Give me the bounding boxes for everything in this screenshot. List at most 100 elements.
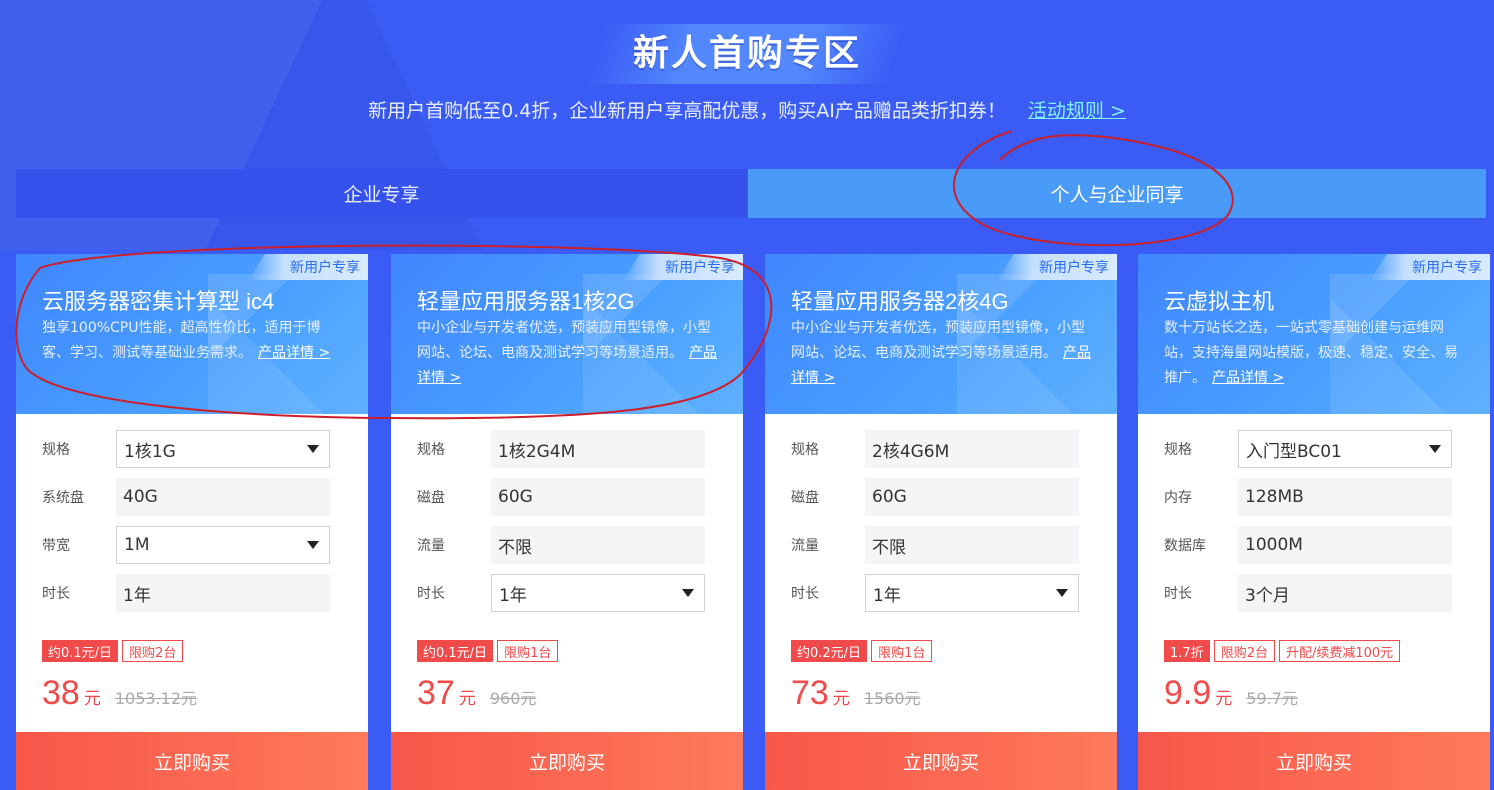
price-unit: 元 (832, 689, 850, 709)
spec-value-text: 1000M (1245, 535, 1303, 555)
spec-select[interactable]: 1年 (865, 574, 1079, 612)
spec-label: 系统盘 (42, 490, 84, 506)
spec-select[interactable]: 1M (116, 526, 330, 564)
spec-value-text: 60G (498, 487, 533, 507)
promo-tags: 约0.1元/日 限购1台 (417, 640, 559, 662)
spec-label: 内存 (1164, 490, 1192, 506)
card-title: 轻量应用服务器1核2G (417, 289, 635, 314)
card-title: 轻量应用服务器2核4G (791, 289, 1009, 314)
spec-select[interactable]: 入门型BC01 (1238, 430, 1452, 468)
buy-now-button[interactable]: 立即购买 (16, 732, 368, 790)
spec-value: 不限 (865, 526, 1079, 564)
spec-row: 数据库 1000M (1164, 526, 1452, 564)
caret-down-icon (1429, 445, 1441, 453)
spec-value: 128MB (1238, 478, 1452, 516)
spec-value-text: 不限 (498, 537, 532, 558)
spec-label: 数据库 (1164, 538, 1206, 554)
spec-select[interactable]: 1年 (491, 574, 705, 612)
buy-now-button[interactable]: 立即购买 (765, 732, 1117, 790)
spec-value-text: 1年 (873, 585, 901, 606)
card-header: 新用户专享 轻量应用服务器1核2G 中小企业与开发者优选，预装应用型镜像，小型网… (391, 254, 743, 414)
product-card: 新用户专享 轻量应用服务器2核4G 中小企业与开发者优选，预装应用型镜像，小型网… (765, 254, 1117, 790)
new-user-badge: 新用户专享 (623, 254, 743, 280)
spec-label: 流量 (791, 538, 819, 554)
buy-button-label: 立即购买 (153, 751, 230, 774)
buy-now-button[interactable]: 立即购买 (391, 732, 743, 790)
page-title: 新人首购专区 (632, 32, 861, 73)
card-description-text: 数十万站长之选，一站式零基础创建与运维网站，支持海量网站模版，极速、稳定、安全、… (1164, 320, 1458, 386)
spec-label: 流量 (417, 538, 445, 554)
card-description-text: 中小企业与开发者优选，预装应用型镜像，小型网站、论坛、电商及测试学习等场景适用。 (791, 320, 1085, 361)
spec-value-text: 不限 (872, 537, 906, 558)
tab-label: 企业专享 (343, 184, 420, 206)
promo-tag: 约0.1元/日 (42, 640, 119, 662)
product-card: 新用户专享 云服务器密集计算型 ic4 独享100%CPU性能，超高性价比，适用… (16, 254, 368, 790)
original-price: 1053.12元 (114, 689, 197, 708)
price: 73 (791, 674, 829, 712)
spec-value: 1核2G4M (491, 430, 705, 468)
caret-down-icon (682, 589, 694, 597)
price-unit: 元 (458, 689, 476, 709)
spec-row: 系统盘 40G (42, 478, 330, 516)
promo-header: 新人首购专区 (587, 14, 907, 86)
product-detail-link[interactable]: 产品详情 > (258, 345, 330, 361)
tab-label: 个人与企业同享 (1050, 184, 1184, 206)
spec-row: 时长 1年 (42, 574, 330, 612)
card-description: 中小企业与开发者优选，预装应用型镜像，小型网站、论坛、电商及测试学习等场景适用。… (791, 316, 1095, 391)
price-row: 37 元 960元 (417, 674, 536, 713)
buy-button-label: 立即购买 (1275, 751, 1352, 774)
spec-row: 流量 不限 (417, 526, 705, 564)
card-title: 云服务器密集计算型 ic4 (42, 289, 275, 314)
original-price: 1560元 (863, 689, 921, 708)
spec-select[interactable]: 1核1G (116, 430, 330, 468)
spec-label: 规格 (1164, 442, 1192, 458)
spec-row: 磁盘 60G (417, 478, 705, 516)
product-card: 新用户专享 云虚拟主机 数十万站长之选，一站式零基础创建与运维网站，支持海量网站… (1138, 254, 1490, 790)
spec-row: 流量 不限 (791, 526, 1079, 564)
spec-value: 1000M (1238, 526, 1452, 564)
spec-value-text: 1年 (123, 585, 151, 606)
spec-label: 磁盘 (791, 490, 819, 506)
new-user-badge: 新用户专享 (997, 254, 1117, 280)
price: 37 (417, 674, 455, 712)
spec-value-text: 入门型BC01 (1246, 441, 1342, 462)
caret-down-icon (307, 445, 319, 453)
spec-row: 时长 1年 (791, 574, 1079, 612)
promo-tags: 1.7折 限购2台 升配/续费减100元 (1164, 640, 1401, 662)
promo-tag: 限购1台 (871, 640, 933, 662)
promo-tag: 限购1台 (497, 640, 559, 662)
spec-value-text: 1年 (499, 585, 527, 606)
product-detail-link[interactable]: 产品详情 > (1212, 370, 1284, 386)
card-header: 新用户专享 云虚拟主机 数十万站长之选，一站式零基础创建与运维网站，支持海量网站… (1138, 254, 1490, 414)
spec-row: 规格 1核2G4M (417, 430, 705, 468)
spec-label: 规格 (42, 442, 70, 458)
spec-label: 规格 (417, 442, 445, 458)
caret-down-icon (307, 541, 319, 549)
activity-rules-link[interactable]: 活动规则 > (1028, 100, 1126, 122)
spec-value: 2核4G6M (865, 430, 1079, 468)
buy-now-button[interactable]: 立即购买 (1138, 732, 1490, 790)
spec-value: 不限 (491, 526, 705, 564)
spec-label: 磁盘 (417, 490, 445, 506)
price-row: 73 元 1560元 (791, 674, 921, 713)
price: 38 (42, 674, 80, 712)
tab-enterprise-only[interactable]: 企业专享 (16, 169, 747, 218)
promo-tag: 升配/续费减100元 (1278, 640, 1401, 662)
card-header: 新用户专享 云服务器密集计算型 ic4 独享100%CPU性能，超高性价比，适用… (16, 254, 368, 414)
spec-value: 60G (491, 478, 705, 516)
spec-value-text: 1核2G4M (498, 441, 576, 462)
promo-subtitle: 新用户首购低至0.4折，企业新用户享高配优惠，购买AI产品赠品类折扣券！ (368, 100, 1006, 122)
spec-row: 磁盘 60G (791, 478, 1079, 516)
card-description: 中小企业与开发者优选，预装应用型镜像，小型网站、论坛、电商及测试学习等场景适用。… (417, 316, 721, 391)
card-description: 独享100%CPU性能，超高性价比，适用于博客、学习、测试等基础业务需求。 产品详… (42, 316, 346, 366)
new-user-badge: 新用户专享 (1370, 254, 1490, 280)
buy-button-label: 立即购买 (902, 751, 979, 774)
price-unit: 元 (1215, 689, 1233, 709)
spec-row: 带宽 1M (42, 526, 330, 564)
promo-tag: 限购2台 (1213, 640, 1275, 662)
spec-value: 3个月 (1238, 574, 1452, 612)
spec-row: 规格 入门型BC01 (1164, 430, 1452, 468)
tab-personal-and-enterprise[interactable]: 个人与企业同享 (748, 169, 1486, 218)
promo-tags: 约0.2元/日 限购1台 (791, 640, 933, 662)
card-title: 云虚拟主机 (1164, 289, 1275, 314)
